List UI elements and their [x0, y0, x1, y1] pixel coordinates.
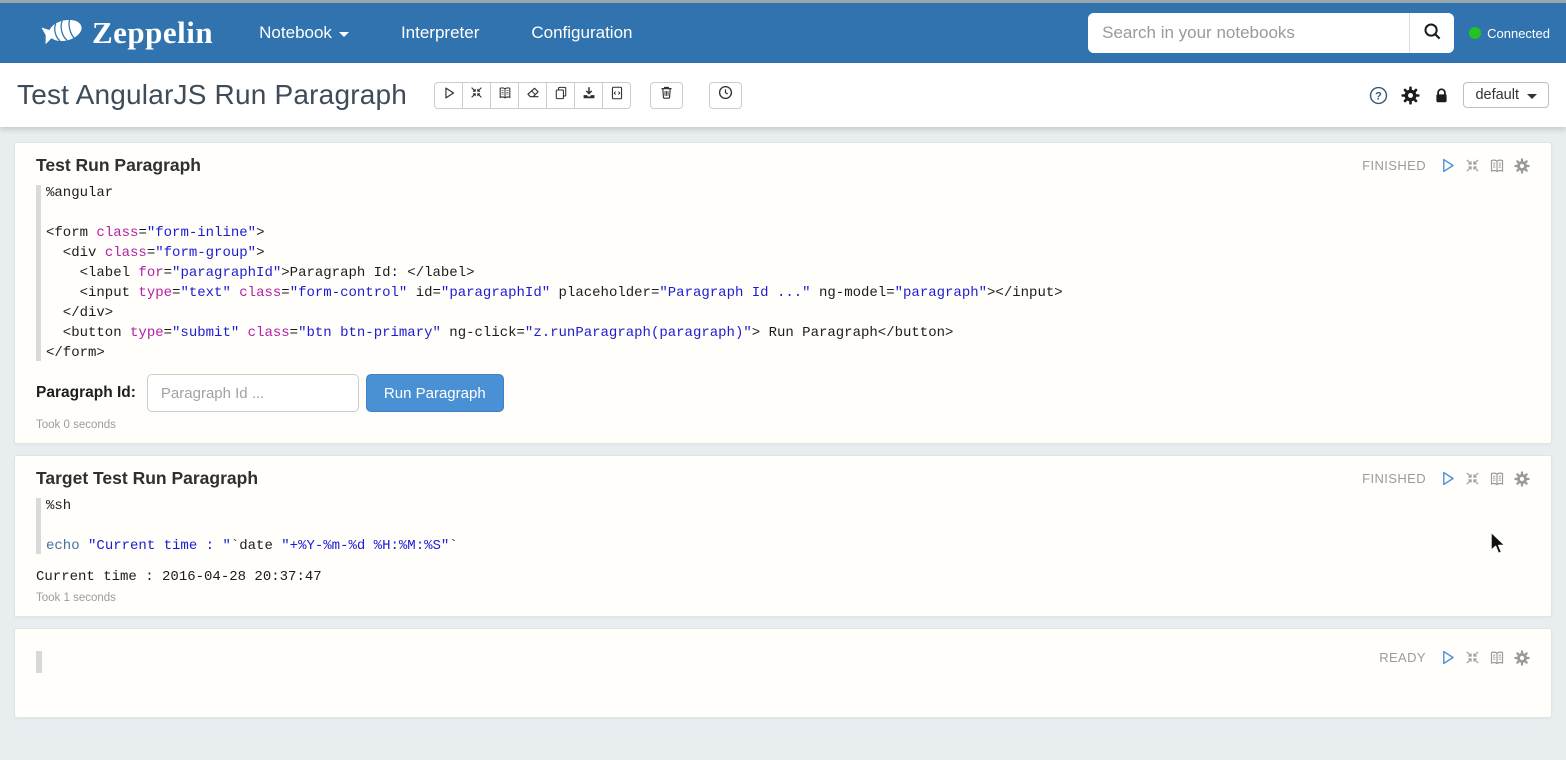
note-title[interactable]: Test AngularJS Run Paragraph — [17, 79, 407, 111]
status-badge: READY — [1379, 650, 1426, 665]
menu-interpreter[interactable]: Interpreter — [401, 23, 479, 43]
editor-gutter — [36, 651, 42, 673]
book-icon[interactable] — [1489, 158, 1505, 174]
play-icon[interactable] — [1439, 470, 1456, 487]
code-editor[interactable]: %angular <form class="form-inline"> <div… — [36, 183, 1530, 363]
export-note-button[interactable] — [574, 82, 603, 109]
book-icon — [498, 86, 512, 105]
paragraph-1: Test Run Paragraph FINISHED %angular <fo… — [14, 142, 1552, 444]
code-export-button[interactable] — [602, 82, 631, 109]
book-icon[interactable] — [1489, 650, 1505, 666]
brand-name: Zeppelin — [92, 15, 213, 51]
menu-notebook[interactable]: Notebook — [259, 23, 349, 43]
play-icon[interactable] — [1439, 649, 1456, 666]
paragraph-id-label: Paragraph Id: — [36, 384, 136, 402]
note-header: Test AngularJS Run Paragraph default — [0, 63, 1566, 127]
clock-icon — [718, 85, 733, 105]
settings-gear-icon[interactable] — [1401, 86, 1420, 105]
paragraph-output: Current time : 2016-04-28 20:37:47 — [36, 569, 1530, 585]
navbar: Zeppelin Notebook Interpreter Configurat… — [0, 0, 1566, 63]
help-icon[interactable] — [1369, 86, 1388, 105]
clone-icon — [554, 86, 568, 105]
took-label: Took 0 seconds — [36, 419, 1530, 431]
paragraph-2: Target Test Run Paragraph FINISHED %sh e… — [14, 455, 1552, 617]
connection-label: Connected — [1487, 26, 1550, 41]
paragraph-id-input[interactable] — [147, 374, 359, 412]
search-input[interactable] — [1088, 13, 1409, 53]
shrink-icon[interactable] — [1465, 650, 1480, 665]
main-menu: Notebook Interpreter Configuration — [259, 23, 632, 43]
clear-output-button[interactable] — [518, 82, 547, 109]
shrink-icon[interactable] — [1465, 471, 1480, 486]
paragraph-3[interactable]: READY — [14, 628, 1552, 718]
code-export-icon — [610, 86, 624, 105]
note-content: Test Run Paragraph FINISHED %angular <fo… — [0, 127, 1566, 718]
editor-gutter — [36, 498, 41, 554]
gear-icon[interactable] — [1514, 650, 1530, 666]
clone-note-button[interactable] — [546, 82, 575, 109]
search-button[interactable] — [1409, 13, 1454, 53]
play-icon[interactable] — [1439, 157, 1456, 174]
took-label: Took 1 seconds — [36, 592, 1530, 604]
zeppelin-logo[interactable]: Zeppelin — [40, 12, 213, 55]
status-badge: FINISHED — [1362, 471, 1426, 486]
shrink-icon — [470, 86, 483, 104]
lock-icon[interactable] — [1433, 87, 1450, 104]
status-badge: FINISHED — [1362, 158, 1426, 173]
connected-dot-icon — [1469, 27, 1481, 39]
paragraph-title: Test Run Paragraph — [36, 155, 201, 176]
note-toolbar — [434, 82, 631, 109]
gear-icon[interactable] — [1514, 471, 1530, 487]
search-icon — [1423, 22, 1442, 44]
code-editor[interactable]: %sh echo "Current time : "`date "+%Y-%m-… — [36, 496, 1530, 556]
run-all-icon — [442, 86, 456, 105]
show-output-button[interactable] — [490, 82, 519, 109]
note-header-right: default — [1369, 82, 1549, 108]
shrink-icon[interactable] — [1465, 158, 1480, 173]
eraser-icon — [526, 86, 540, 105]
angular-result-form: Paragraph Id: Run Paragraph — [36, 374, 1530, 412]
run-paragraph-button[interactable]: Run Paragraph — [366, 374, 504, 412]
delete-note-button[interactable] — [650, 82, 683, 109]
editor-gutter — [36, 185, 41, 361]
notebook-search — [1088, 13, 1454, 53]
collapse-code-button[interactable] — [462, 82, 491, 109]
zeppelin-blimp-icon — [40, 12, 86, 55]
menu-configuration[interactable]: Configuration — [531, 23, 632, 43]
paragraph-title: Target Test Run Paragraph — [36, 468, 258, 489]
paragraph-controls: FINISHED — [1362, 157, 1530, 174]
scheduler-button[interactable] — [709, 82, 742, 109]
connection-status: Connected — [1469, 26, 1550, 41]
paragraph-controls: READY — [1379, 649, 1530, 666]
book-icon[interactable] — [1489, 471, 1505, 487]
run-all-button[interactable] — [434, 82, 463, 109]
gear-icon[interactable] — [1514, 158, 1530, 174]
trash-icon — [659, 85, 674, 105]
chevron-down-icon — [1527, 94, 1537, 99]
paragraph-controls: FINISHED — [1362, 470, 1530, 487]
download-icon — [582, 86, 596, 105]
interpreter-binding-dropdown[interactable]: default — [1463, 82, 1549, 108]
chevron-down-icon — [339, 32, 349, 37]
